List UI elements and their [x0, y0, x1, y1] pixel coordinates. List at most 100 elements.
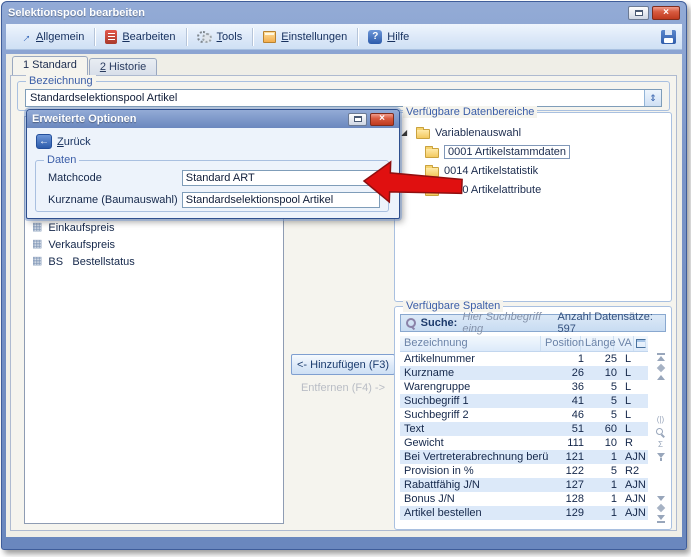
- menu-einstellungen[interactable]: Einstellungen: [256, 29, 354, 45]
- cell-va: R2: [621, 464, 648, 478]
- page-down-icon[interactable]: [656, 504, 664, 512]
- datenbereiche-group: Verfügbare Datenbereiche ◢ Variablenausw…: [394, 112, 672, 302]
- cell-bezeichnung: Suchbegriff 2: [400, 408, 548, 422]
- cell-va: L: [621, 380, 648, 394]
- list-item-code: BS: [48, 256, 66, 268]
- list-item[interactable]: ▦ Einkaufspreis: [25, 219, 283, 236]
- menu-hilfe[interactable]: ? Hilfe: [361, 28, 416, 46]
- cell-laenge: 10: [588, 366, 621, 380]
- notebook-icon: [105, 30, 117, 44]
- table-row[interactable]: Bei Vertreterabrechnung berücksichtige12…: [400, 450, 648, 464]
- cell-laenge: 1: [588, 492, 621, 506]
- sum-icon[interactable]: Σ: [658, 441, 663, 449]
- dialog-close-button[interactable]: ×: [370, 113, 394, 126]
- search-label: Suche:: [421, 317, 458, 329]
- menu-allgemein[interactable]: → Allgemein: [12, 28, 91, 46]
- table-row[interactable]: Artikel bestellen1291AJN: [400, 506, 648, 520]
- cell-bezeichnung: Gewicht: [400, 436, 548, 450]
- main-toolbar: → Allgemein Bearbeiten Tools Einstellung…: [6, 24, 682, 50]
- folder-icon: [425, 148, 439, 158]
- cell-laenge: 10: [588, 436, 621, 450]
- folder-icon: [416, 129, 430, 139]
- table-row[interactable]: Suchbegriff 1415L: [400, 394, 648, 408]
- table-row[interactable]: Artikelnummer125L: [400, 352, 648, 366]
- search-bar[interactable]: Suche: Hier Suchbegriff eing Anzahl Date…: [400, 314, 666, 332]
- table-row[interactable]: Kurzname2610L: [400, 366, 648, 380]
- table-row[interactable]: Provision in %1225R2: [400, 464, 648, 478]
- dialog-restore-button[interactable]: [348, 113, 367, 126]
- column-width-icon[interactable]: (|): [657, 416, 664, 424]
- menu-tools[interactable]: Tools: [190, 28, 250, 45]
- page-up-icon[interactable]: [656, 364, 664, 372]
- header-laenge[interactable]: Länge: [581, 336, 614, 351]
- prev-row-icon[interactable]: [657, 375, 665, 380]
- table-header: Bezeichnung Position Länge VA: [400, 336, 648, 352]
- column-chooser-icon[interactable]: [636, 339, 646, 348]
- folder-icon: [425, 186, 439, 196]
- cell-position: 129: [548, 506, 588, 520]
- filter-icon[interactable]: [657, 453, 665, 461]
- table-row[interactable]: Suchbegriff 2465L: [400, 408, 648, 422]
- cell-bezeichnung: Suchbegriff 1: [400, 394, 548, 408]
- cell-va: AJN: [621, 478, 648, 492]
- restore-button[interactable]: [628, 6, 649, 20]
- column-grid-icon: ▦: [32, 239, 42, 250]
- cell-position: 111: [548, 436, 588, 450]
- search-row-icon[interactable]: [656, 428, 665, 437]
- menu-hilfe-label: Hilfe: [387, 31, 409, 43]
- list-item[interactable]: ▦ BS Bestellstatus: [25, 253, 283, 270]
- tab-standard[interactable]: 1 Standard: [12, 56, 88, 75]
- cell-bezeichnung: Artikelnummer: [400, 352, 548, 366]
- cell-bezeichnung: Bonus J/N: [400, 492, 548, 506]
- cell-va: R: [621, 436, 648, 450]
- combobox-dropdown-button[interactable]: ⇕: [644, 90, 661, 106]
- add-button[interactable]: <- Hinzufügen (F3): [291, 354, 395, 375]
- tree-item[interactable]: 0001 Artikelstammdaten: [401, 142, 667, 161]
- cell-bezeichnung: Text: [400, 422, 548, 436]
- tree-root[interactable]: ◢ Variablenauswahl: [401, 123, 667, 142]
- kurzname-label: Kurzname (Baumauswahl): [48, 194, 182, 206]
- table-body: Artikelnummer125L Kurzname2610L Warengru…: [400, 352, 648, 520]
- table-row[interactable]: Text5160L: [400, 422, 648, 436]
- bezeichnung-combobox[interactable]: ⇕: [25, 89, 662, 107]
- main-window: Selektionspool bearbeiten × → Allgemein …: [1, 1, 687, 550]
- cell-laenge: 1: [588, 450, 621, 464]
- cell-laenge: 5: [588, 464, 621, 478]
- goto-first-icon[interactable]: [657, 353, 665, 361]
- next-row-icon[interactable]: [657, 496, 665, 501]
- help-icon: ?: [368, 30, 382, 44]
- back-button[interactable]: ← Zurück: [36, 134, 91, 149]
- table-row[interactable]: Gewicht11110R: [400, 436, 648, 450]
- bezeichnung-input[interactable]: [26, 90, 644, 106]
- table-row[interactable]: Warengruppe365L: [400, 380, 648, 394]
- tab-historie[interactable]: 2 Historie: [89, 58, 157, 75]
- cell-va: L: [621, 366, 648, 380]
- expander-icon[interactable]: ◢: [401, 128, 411, 137]
- close-icon: ×: [379, 114, 385, 124]
- erweiterte-optionen-dialog: Erweiterte Optionen × ← Zurück Daten Mat…: [26, 109, 400, 219]
- menu-allgemein-label: Allgemein: [36, 31, 84, 43]
- header-position[interactable]: Position: [541, 336, 581, 351]
- cell-va: AJN: [621, 450, 648, 464]
- window-title: Selektionspool bearbeiten: [8, 7, 145, 19]
- header-va[interactable]: VA: [614, 336, 634, 351]
- table-row[interactable]: Rabattfähig J/N1271AJN: [400, 478, 648, 492]
- dialog-window-buttons: ×: [348, 113, 394, 126]
- settings-window-icon: [263, 31, 276, 43]
- matchcode-input[interactable]: [182, 170, 380, 186]
- menu-bearbeiten[interactable]: Bearbeiten: [98, 28, 182, 46]
- table-row[interactable]: Bonus J/N1281AJN: [400, 492, 648, 506]
- menu-einstellungen-label: Einstellungen: [281, 31, 347, 43]
- save-icon[interactable]: [661, 30, 676, 44]
- cell-laenge: 60: [588, 422, 621, 436]
- tree-item[interactable]: 0000 Artikelattribute: [401, 180, 667, 199]
- tree-root-label: Variablenauswahl: [435, 127, 521, 139]
- tree-item[interactable]: 0014 Artikelstatistik: [401, 161, 667, 180]
- cell-position: 127: [548, 478, 588, 492]
- kurzname-input[interactable]: [182, 192, 380, 208]
- cell-position: 121: [548, 450, 588, 464]
- list-item[interactable]: ▦ Verkaufspreis: [25, 236, 283, 253]
- close-button[interactable]: ×: [652, 6, 680, 20]
- header-bezeichnung[interactable]: Bezeichnung: [400, 336, 541, 351]
- goto-last-icon[interactable]: [657, 515, 665, 523]
